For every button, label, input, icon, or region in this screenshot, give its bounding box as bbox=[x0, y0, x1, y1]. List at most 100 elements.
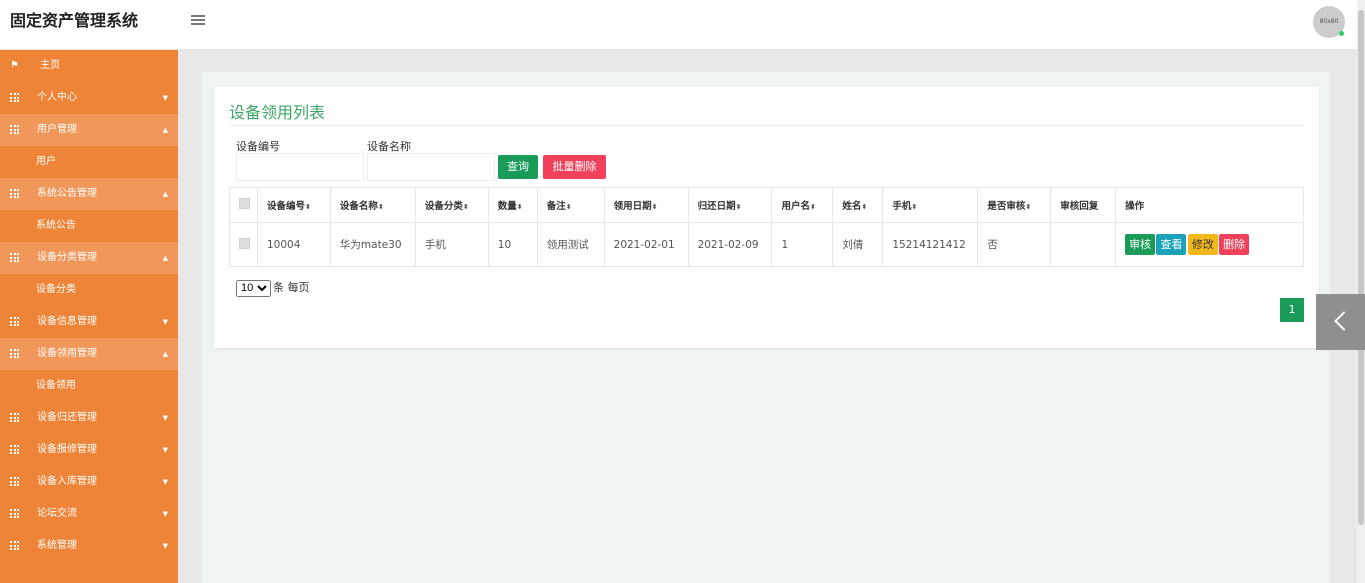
sidebar-item-label: 设备分类 bbox=[36, 284, 76, 295]
sidebar-item-borrow-management[interactable]: 设备领用管理 ▲ bbox=[0, 338, 178, 370]
chevron-left-icon bbox=[1334, 311, 1354, 331]
page-scrollbar[interactable] bbox=[1357, 0, 1365, 583]
sidebar-item-device-info-management[interactable]: 设备信息管理 ▼ bbox=[0, 306, 178, 338]
sidebar-item-return-management[interactable]: 设备归还管理 ▼ bbox=[0, 402, 178, 434]
grid-icon bbox=[10, 93, 19, 102]
sidebar-item-label: 用户 bbox=[36, 156, 56, 167]
sidebar-item-user-management[interactable]: 用户管理 ▲ bbox=[0, 114, 178, 146]
edit-button[interactable]: 修改 bbox=[1187, 234, 1218, 255]
sort-icon: ⬍ bbox=[651, 203, 658, 211]
sidebar-item-system-management[interactable]: 系统管理 ▼ bbox=[0, 530, 178, 562]
sidebar-item-label: 主页 bbox=[40, 60, 60, 71]
audit-button[interactable]: 审核 bbox=[1125, 234, 1156, 255]
online-status-dot bbox=[1339, 31, 1344, 36]
chevron-down-icon: ▼ bbox=[162, 510, 168, 518]
app-title: 固定资产管理系统 bbox=[10, 11, 139, 30]
sidebar-item-label: 系统公告 bbox=[36, 220, 76, 231]
chevron-down-icon: ▼ bbox=[162, 94, 168, 102]
sidebar-item-label: 设备分类管理 bbox=[37, 252, 97, 263]
chevron-down-icon: ▼ bbox=[162, 478, 168, 486]
cell-phone: 15214121412 bbox=[882, 222, 979, 267]
chevron-down-icon: ▼ bbox=[162, 542, 168, 550]
page-size-suffix: 条 每页 bbox=[273, 281, 310, 294]
sidebar-item-label: 设备归还管理 bbox=[37, 412, 97, 423]
chevron-down-icon: ▼ bbox=[162, 414, 168, 422]
sidebar-item-label: 设备入库管理 bbox=[37, 476, 97, 487]
sort-icon: ⬍ bbox=[861, 203, 868, 211]
device-name-input[interactable] bbox=[367, 153, 495, 181]
delete-button[interactable]: 删除 bbox=[1219, 234, 1250, 255]
column-header[interactable]: 数量⬍ bbox=[487, 187, 538, 223]
column-header[interactable]: 手机⬍ bbox=[882, 187, 979, 223]
sidebar-item-personal-center[interactable]: 个人中心 ▼ bbox=[0, 82, 178, 114]
query-button[interactable]: 查询 bbox=[498, 155, 538, 179]
sidebar-item-stock-in-management[interactable]: 设备入库管理 ▼ bbox=[0, 466, 178, 498]
sort-icon: ⬍ bbox=[305, 203, 311, 211]
table-header-row: 设备编号⬍ 设备名称⬍ 设备分类⬍ 数量⬍ 备注⬍ 领用日期⬍ 归还日期⬍ 用户… bbox=[229, 187, 1304, 223]
sidebar-item-label: 论坛交流 bbox=[37, 508, 77, 519]
sidebar-item-label: 设备信息管理 bbox=[37, 316, 97, 327]
sort-icon: ⬍ bbox=[911, 203, 918, 211]
sort-icon: ⬍ bbox=[462, 203, 469, 211]
sidebar-subitem-borrow[interactable]: 设备领用 bbox=[0, 370, 178, 402]
column-header[interactable]: 姓名⬍ bbox=[832, 187, 884, 223]
sidebar-subitem-category[interactable]: 设备分类 bbox=[0, 274, 178, 306]
grid-icon bbox=[10, 125, 19, 134]
pagination-page-button[interactable]: 1 bbox=[1280, 298, 1304, 322]
column-header[interactable]: 设备名称⬍ bbox=[329, 187, 416, 223]
avatar[interactable]: 80x80 bbox=[1313, 6, 1345, 38]
batch-delete-button[interactable]: 批量删除 bbox=[543, 155, 606, 179]
borrow-list-panel: 设备领用列表 设备编号 设备名称 查询 批量删除 设备编号⬍ 设备名称⬍ 设备分… bbox=[214, 87, 1319, 348]
sidebar-item-label: 设备领用 bbox=[36, 380, 76, 391]
borrow-table: 设备编号⬍ 设备名称⬍ 设备分类⬍ 数量⬍ 备注⬍ 领用日期⬍ 归还日期⬍ 用户… bbox=[229, 187, 1304, 267]
flag-icon: ⚑ bbox=[10, 60, 19, 71]
column-header[interactable]: 用户名⬍ bbox=[771, 187, 834, 223]
row-checkbox[interactable] bbox=[239, 237, 250, 249]
sidebar-item-forum[interactable]: 论坛交流 ▼ bbox=[0, 498, 178, 530]
chevron-up-icon: ▲ bbox=[162, 190, 168, 198]
select-all-cell[interactable] bbox=[229, 187, 258, 223]
chevron-up-icon: ▲ bbox=[162, 254, 168, 262]
cell-return-date: 2021-02-09 bbox=[687, 222, 773, 267]
sidebar-item-label: 个人中心 bbox=[37, 92, 77, 103]
scrollbar-thumb[interactable] bbox=[1358, 10, 1364, 525]
top-header: 固定资产管理系统 80x80 bbox=[0, 0, 1357, 50]
column-header[interactable]: 归还日期⬍ bbox=[687, 187, 773, 223]
column-header[interactable]: 领用日期⬍ bbox=[603, 187, 689, 223]
chevron-up-icon: ▲ bbox=[162, 126, 168, 134]
hamburger-menu-icon[interactable] bbox=[191, 13, 205, 27]
grid-icon bbox=[10, 509, 19, 518]
column-header[interactable]: 备注⬍ bbox=[536, 187, 605, 223]
cell-device-code: 10004 bbox=[256, 222, 331, 267]
sort-icon: ⬍ bbox=[810, 203, 816, 211]
grid-icon bbox=[10, 477, 19, 486]
device-code-label: 设备编号 bbox=[236, 140, 280, 153]
view-button[interactable]: 查看 bbox=[1156, 234, 1187, 255]
row-select-cell[interactable] bbox=[229, 222, 258, 267]
column-header[interactable]: 是否审核⬍ bbox=[977, 187, 1052, 223]
chevron-down-icon: ▼ bbox=[162, 446, 168, 454]
sidebar-item-label: 设备报修管理 bbox=[37, 444, 97, 455]
sidebar-item-repair-management[interactable]: 设备报修管理 ▼ bbox=[0, 434, 178, 466]
select-all-checkbox[interactable] bbox=[239, 198, 250, 209]
column-header[interactable]: 设备编号⬍ bbox=[256, 187, 331, 223]
sidebar-item-label: 设备领用管理 bbox=[37, 348, 97, 359]
grid-icon bbox=[10, 189, 19, 198]
sidebar-item-category-management[interactable]: 设备分类管理 ▲ bbox=[0, 242, 178, 274]
page-title: 设备领用列表 bbox=[229, 103, 326, 122]
chevron-down-icon: ▼ bbox=[162, 318, 168, 326]
device-code-input[interactable] bbox=[236, 153, 364, 181]
page-size-control: 10 条 每页 bbox=[236, 279, 310, 297]
cell-reply bbox=[1050, 222, 1117, 267]
sort-icon: ⬍ bbox=[516, 203, 523, 211]
device-name-label: 设备名称 bbox=[367, 140, 411, 153]
collapse-panel-button[interactable] bbox=[1316, 294, 1365, 350]
sidebar-item-home[interactable]: ⚑ 主页 bbox=[0, 50, 178, 82]
sidebar-subitem-users[interactable]: 用户 bbox=[0, 146, 178, 178]
column-header: 审核回复 bbox=[1050, 187, 1117, 223]
page-size-select[interactable]: 10 bbox=[236, 279, 271, 297]
column-header[interactable]: 设备分类⬍ bbox=[414, 187, 489, 223]
grid-icon bbox=[10, 445, 19, 454]
sidebar-subitem-notice[interactable]: 系统公告 bbox=[0, 210, 178, 242]
sidebar-item-notice-management[interactable]: 系统公告管理 ▲ bbox=[0, 178, 178, 210]
